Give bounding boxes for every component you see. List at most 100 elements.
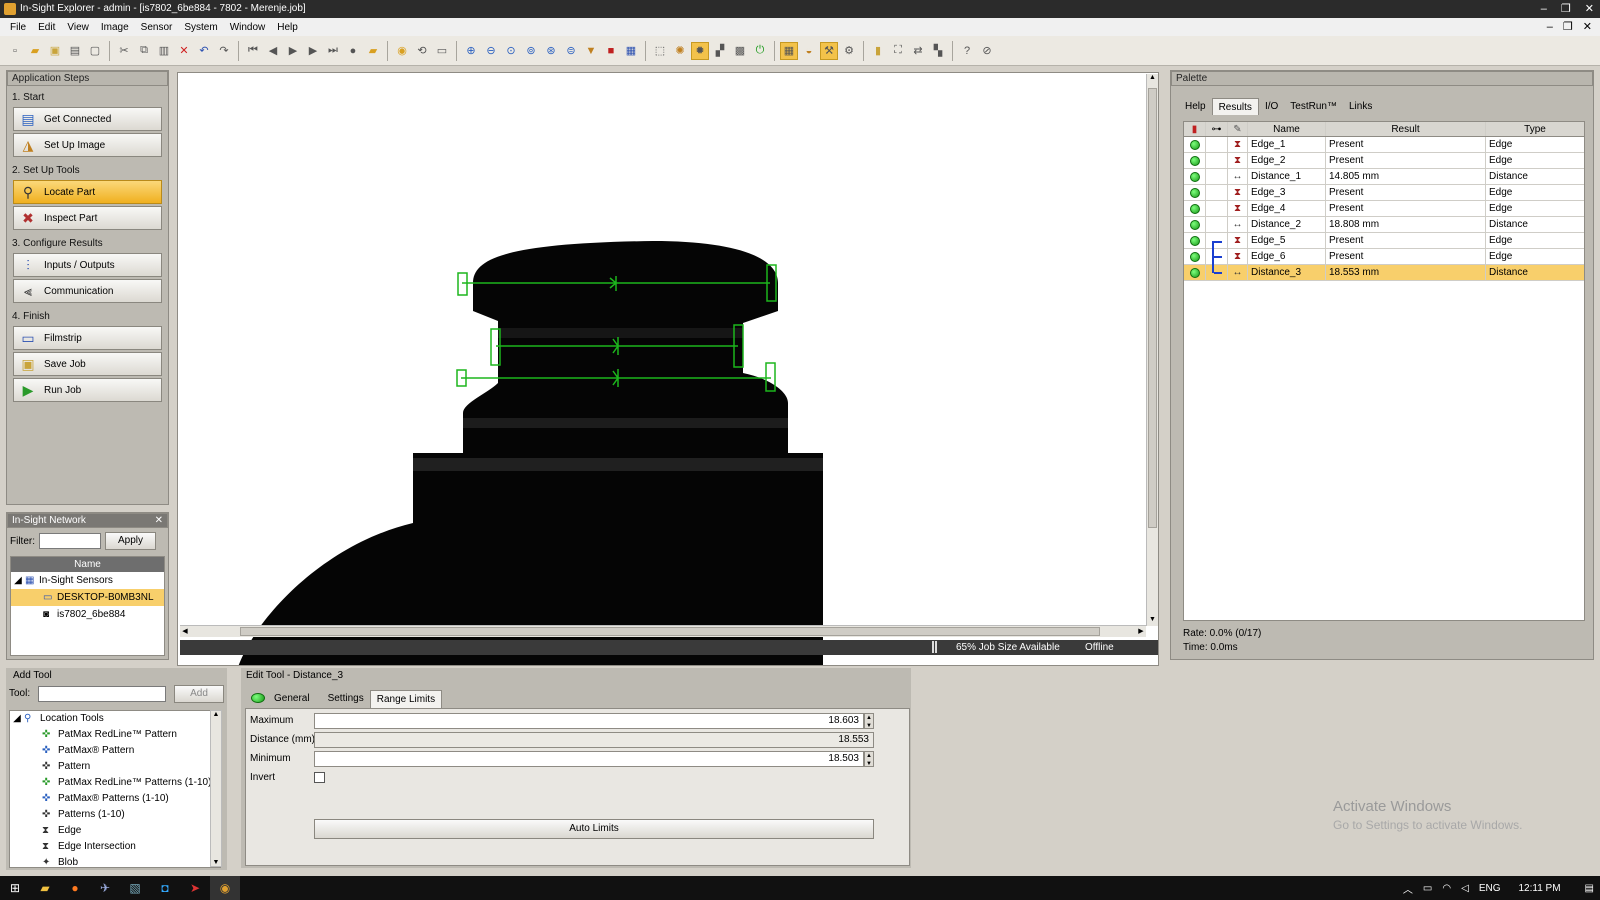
lightbulb-icon[interactable]: ◒ xyxy=(800,42,818,60)
spreadsheet-icon[interactable]: ▦ xyxy=(622,42,640,60)
delete-icon[interactable]: ✕ xyxy=(175,42,193,60)
firefox-icon[interactable]: ● xyxy=(60,876,90,900)
scroll-down-icon[interactable]: ▼ xyxy=(211,859,221,866)
next-icon[interactable]: ▶ xyxy=(304,42,322,60)
easybuilder-icon[interactable]: ✹ xyxy=(691,41,709,60)
tab-range-limits[interactable]: Range Limits xyxy=(369,690,443,708)
tab-general[interactable]: General xyxy=(245,690,322,708)
tool-item[interactable]: ✦ Blob xyxy=(10,855,220,871)
minimum-spinner[interactable]: ▲ ▼ xyxy=(864,751,874,767)
grid-icon[interactable]: ▦ xyxy=(780,41,798,60)
menu-window[interactable]: Window xyxy=(224,22,272,33)
filter-input[interactable] xyxy=(39,533,101,549)
clock[interactable]: 12:11 PM xyxy=(1518,883,1560,894)
tool-item[interactable]: ✜ PatMax RedLine™ Pattern xyxy=(10,727,220,743)
part-image[interactable] xyxy=(178,73,1159,666)
table-row[interactable]: ↔ Distance_1 14.805 mm Distance xyxy=(1184,169,1584,185)
notifications-icon[interactable]: ▤ xyxy=(1585,883,1594,894)
preview-icon[interactable]: ▢ xyxy=(86,42,104,60)
paste-icon[interactable]: ▥ xyxy=(155,42,173,60)
menu-help[interactable]: Help xyxy=(271,22,304,33)
tool-group-location[interactable]: ◢ ⚲ Location Tools xyxy=(10,711,220,727)
image-horizontal-scrollbar[interactable]: ◀ ▶ xyxy=(180,625,1146,637)
set-up-image-button[interactable]: ◮ Set Up Image xyxy=(13,133,162,157)
menu-sensor[interactable]: Sensor xyxy=(135,22,179,33)
tool-item[interactable]: ⧗ Edge Intersection xyxy=(10,839,220,855)
record-icon[interactable]: ● xyxy=(344,42,362,60)
table-row[interactable]: ⧗ Edge_5 Present Edge xyxy=(1184,233,1584,273)
insight-taskbar-icon[interactable]: ◉ xyxy=(210,876,240,900)
whats-this-icon[interactable]: ⊘ xyxy=(978,42,996,60)
save-icon[interactable]: ▣ xyxy=(46,42,64,60)
app-taskbar-icon[interactable]: ➤ xyxy=(180,876,210,900)
scroll-up-icon[interactable]: ▲ xyxy=(1147,74,1158,84)
table-row[interactable]: ⧗ Edge_1 Present Edge xyxy=(1184,137,1584,153)
minimum-field[interactable]: 18.503 xyxy=(314,751,864,767)
table-row[interactable]: ⧗ Edge_4 Present Edge xyxy=(1184,201,1584,217)
filmstrip-button[interactable]: ▭ Filmstrip xyxy=(13,326,162,350)
menu-system[interactable]: System xyxy=(178,22,223,33)
scroll-up-icon[interactable]: ▲ xyxy=(211,711,221,718)
close-icon[interactable]: ✕ xyxy=(155,514,163,528)
table-row[interactable]: ↔ Distance_3 18.553 mm Distance xyxy=(1184,265,1584,281)
network-icon[interactable]: ⛶ xyxy=(889,42,907,60)
zoom-fill-icon[interactable]: ⊛ xyxy=(542,42,560,60)
app-taskbar-icon[interactable]: ✈ xyxy=(90,876,120,900)
cut-icon[interactable]: ✂ xyxy=(115,42,133,60)
communication-button[interactable]: ⫷ Communication xyxy=(13,279,162,303)
tool-item[interactable]: ✜ Pattern xyxy=(10,759,220,775)
help-icon[interactable]: ? xyxy=(958,42,976,60)
tree-item-desktop[interactable]: ▭ DESKTOP-B0MB3NL xyxy=(11,589,164,606)
menu-edit[interactable]: Edit xyxy=(32,22,61,33)
volume-tray-icon[interactable]: ◁ xyxy=(1461,883,1469,894)
language-indicator[interactable]: ENG xyxy=(1479,883,1501,894)
tab-results[interactable]: Results xyxy=(1211,98,1259,115)
scroll-thumb[interactable] xyxy=(1148,88,1157,528)
maximum-field[interactable]: 18.603 xyxy=(314,713,864,729)
online-icon[interactable]: ⏻ xyxy=(751,42,769,60)
image-display[interactable] xyxy=(177,72,1159,666)
tray-chevron-icon[interactable]: ︿ xyxy=(1403,881,1413,896)
tool-item[interactable]: ✜ PatMax® Pattern xyxy=(10,743,220,759)
collapse-icon[interactable]: ◢ xyxy=(11,572,25,589)
tool-search-input[interactable] xyxy=(38,686,166,702)
undo-icon[interactable]: ↶ xyxy=(195,42,213,60)
get-connected-button[interactable]: ▤ Get Connected xyxy=(13,107,162,131)
audit-icon[interactable]: ▚ xyxy=(929,42,947,60)
menu-view[interactable]: View xyxy=(61,22,95,33)
app-taskbar-icon[interactable]: ◘ xyxy=(150,876,180,900)
mdi-close-icon[interactable]: ✕ xyxy=(1583,18,1592,36)
image-vertical-scrollbar[interactable]: ▲ ▼ xyxy=(1146,74,1158,626)
tools-icon[interactable]: ⚒ xyxy=(820,41,838,60)
minimize-icon[interactable]: – xyxy=(1541,0,1547,18)
settings-icon[interactable]: ⚙ xyxy=(840,42,858,60)
print-icon[interactable]: ▤ xyxy=(66,42,84,60)
tab-settings[interactable]: Settings xyxy=(322,690,370,708)
invert-checkbox[interactable] xyxy=(314,772,325,783)
tool-item[interactable]: ⧗ Edge xyxy=(10,823,220,839)
collapse-icon[interactable]: ◢ xyxy=(10,711,24,727)
folder-icon[interactable]: ▰ xyxy=(364,42,382,60)
last-icon[interactable]: ⏭ xyxy=(324,42,342,60)
tab-links[interactable]: Links xyxy=(1343,98,1378,115)
type-column-header[interactable]: Type xyxy=(1486,122,1584,136)
start-icon[interactable]: ⊞ xyxy=(0,876,30,900)
sensor-icon[interactable]: ▩ xyxy=(731,42,749,60)
table-row[interactable]: ⧗ Edge_3 Present Edge xyxy=(1184,185,1584,201)
zoom-custom-icon[interactable]: ⊜ xyxy=(562,42,580,60)
copy-icon[interactable]: ⧉ xyxy=(135,42,153,60)
tool-item[interactable]: ✜ PatMax RedLine™ Patterns (1-10) xyxy=(10,775,220,791)
result-column-header[interactable]: Result xyxy=(1326,122,1486,136)
new-icon[interactable]: ▫ xyxy=(6,42,24,60)
trigger-icon[interactable]: ◉ xyxy=(393,42,411,60)
live-icon[interactable]: ⟲ xyxy=(413,42,431,60)
scroll-right-icon[interactable]: ▶ xyxy=(1136,626,1146,637)
tree-item-sensor[interactable]: ◙ is7802_6be884 xyxy=(11,606,164,623)
region-icon[interactable]: ⬚ xyxy=(651,42,669,60)
inputs-outputs-button[interactable]: ⫶ Inputs / Outputs xyxy=(13,253,162,277)
tree-root[interactable]: ◢ ▦ In-Sight Sensors xyxy=(11,572,164,589)
zoom-in-icon[interactable]: ⊕ xyxy=(462,42,480,60)
zoom-fit-icon[interactable]: ⊙ xyxy=(502,42,520,60)
scroll-left-icon[interactable]: ◀ xyxy=(180,626,190,637)
redo-icon[interactable]: ↷ xyxy=(215,42,233,60)
